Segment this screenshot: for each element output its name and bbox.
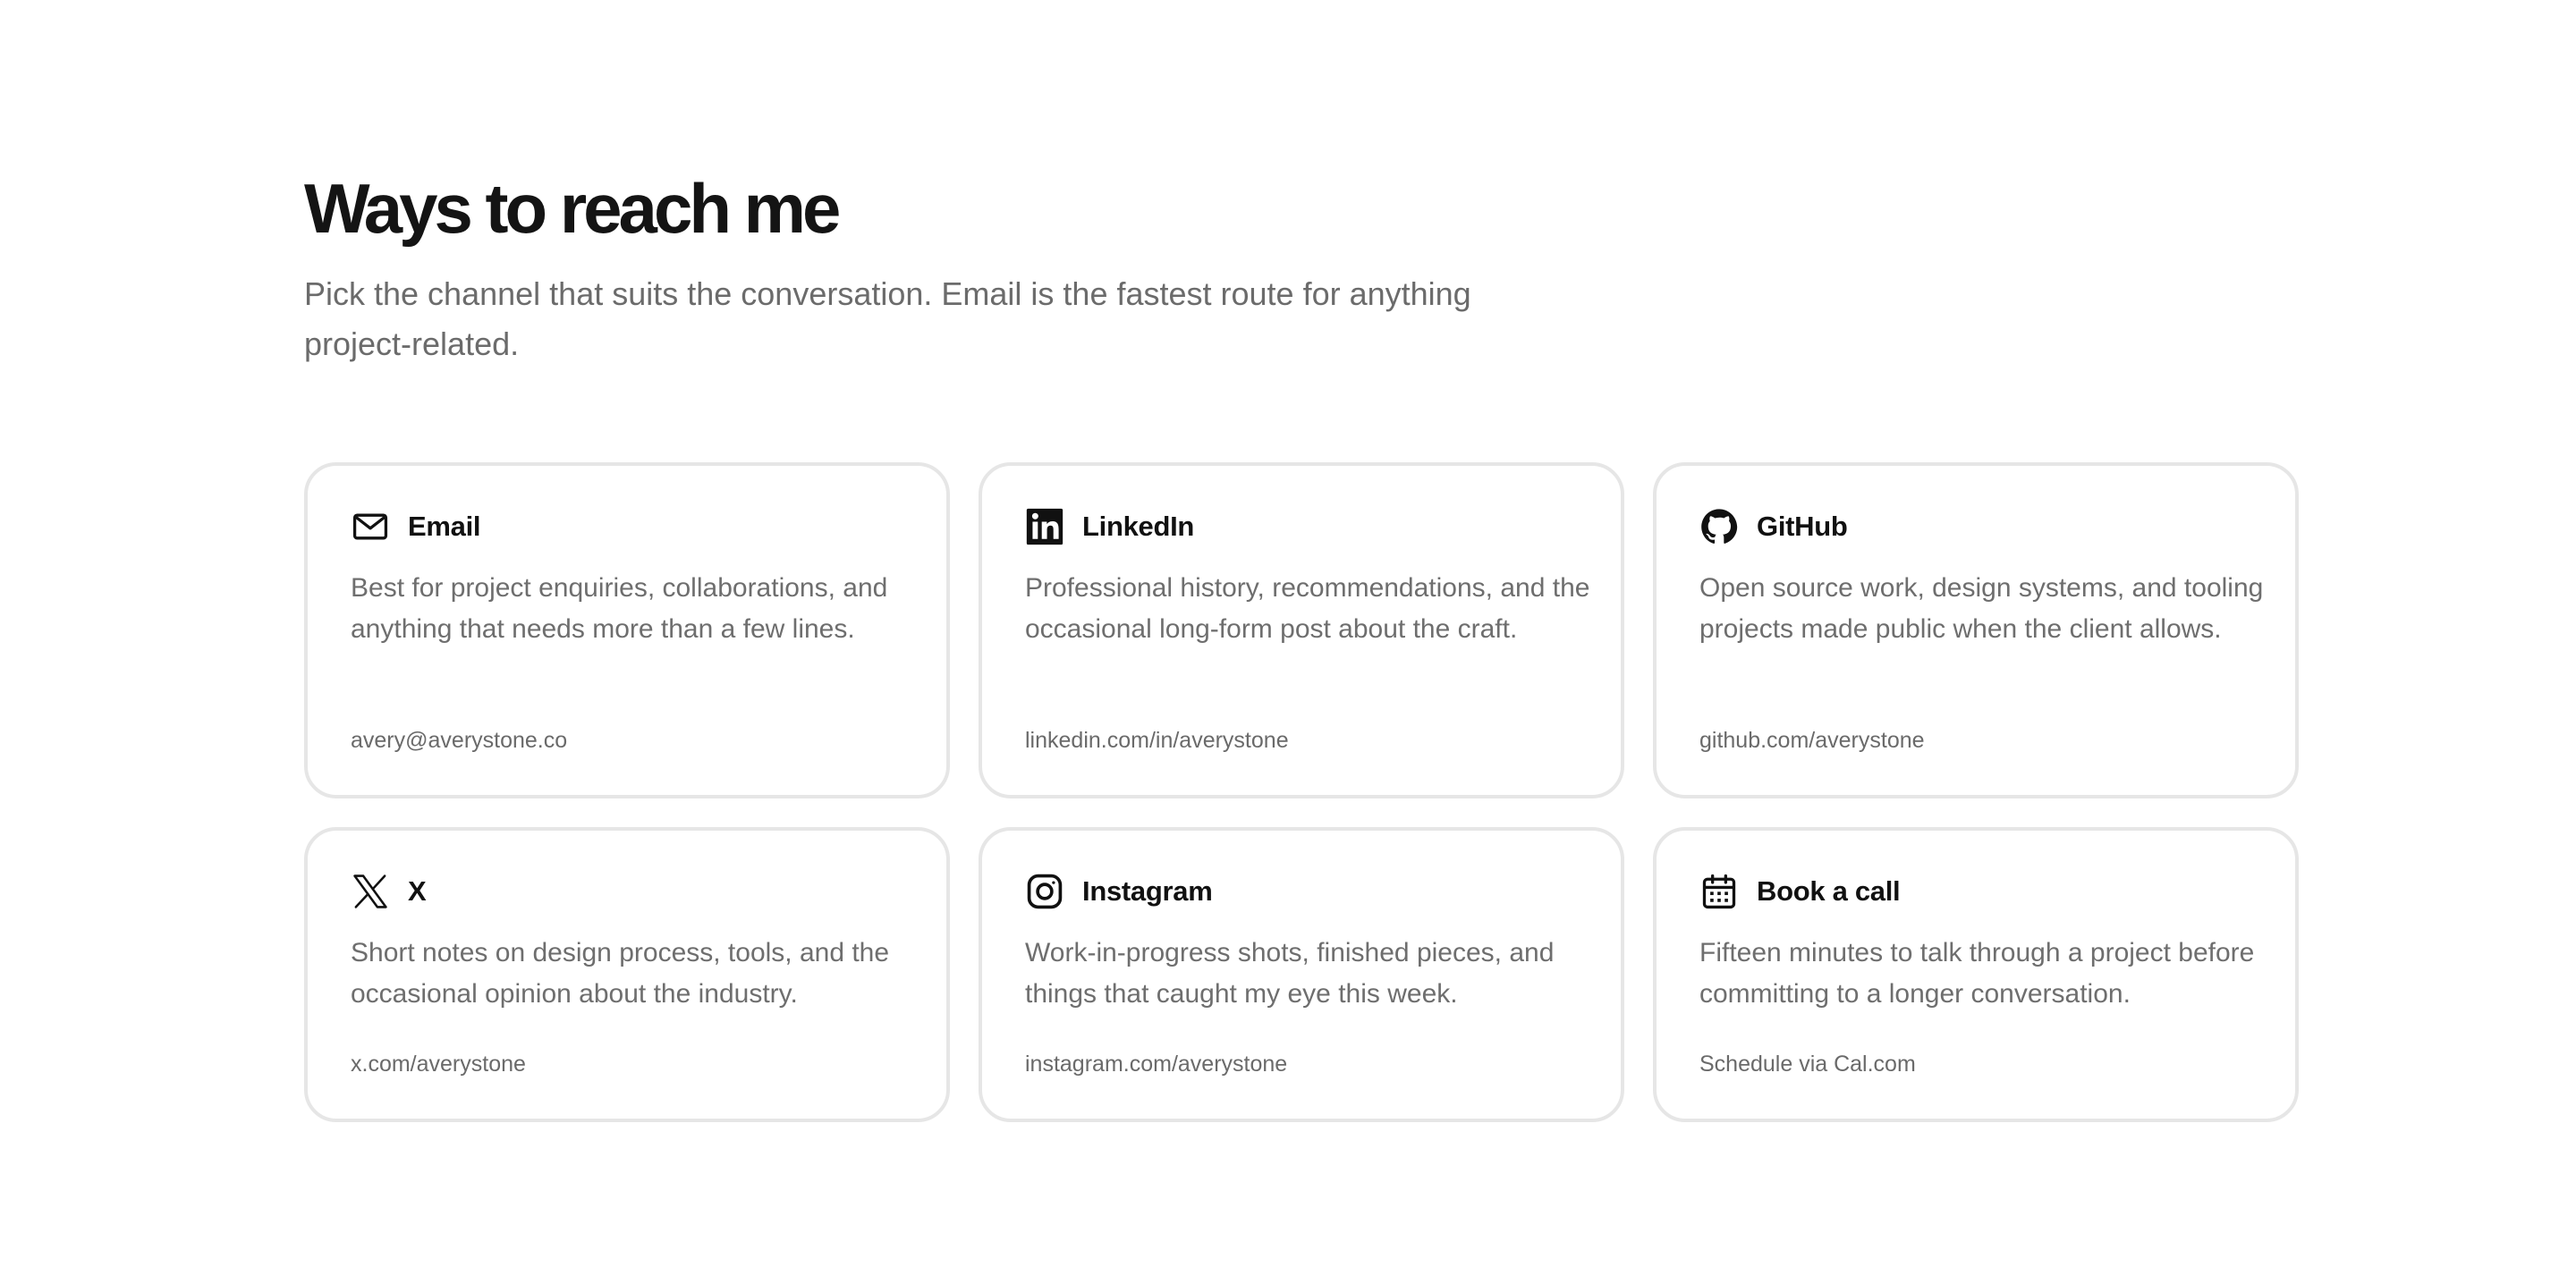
card-title: Email <box>408 511 481 542</box>
card-description: Short notes on design process, tools, an… <box>351 938 890 1009</box>
page-subtitle: Pick the channel that suits the conversa… <box>304 275 1471 362</box>
contact-card-email[interactable]: Email Best for project enquiries, collab… <box>304 462 950 798</box>
card-description: Work-in-progress shots, finished pieces,… <box>1025 938 1555 1009</box>
card-link[interactable]: instagram.com/averystone <box>1025 1052 1287 1077</box>
card-link[interactable]: github.com/averystone <box>1699 728 1925 754</box>
card-header: LinkedIn <box>1025 507 1578 546</box>
card-description: Fifteen minutes to talk through a projec… <box>1699 938 2255 1009</box>
card-header: Email <box>351 507 903 546</box>
card-link[interactable]: avery@averystone.co <box>351 728 567 754</box>
card-link[interactable]: Schedule via Cal.com <box>1699 1052 1916 1077</box>
linkedin-icon <box>1025 507 1064 546</box>
github-icon <box>1699 507 1739 546</box>
card-header: Instagram <box>1025 872 1578 911</box>
card-link[interactable]: x.com/averystone <box>351 1052 526 1077</box>
card-header: Book a call <box>1699 872 2252 911</box>
card-description: Open source work, design systems, and to… <box>1699 573 2264 644</box>
contact-card-github[interactable]: GitHub Open source work, design systems,… <box>1653 462 2299 798</box>
card-description: Professional history, recommendations, a… <box>1025 573 1590 644</box>
card-link[interactable]: linkedin.com/in/averystone <box>1025 728 1289 754</box>
instagram-icon <box>1025 872 1064 911</box>
card-title: GitHub <box>1757 511 1848 542</box>
page-title: Ways to reach me <box>304 169 841 248</box>
contact-card-x[interactable]: X Short notes on design process, tools, … <box>304 827 950 1122</box>
card-description: Best for project enquiries, collaboratio… <box>351 573 888 644</box>
card-title: Book a call <box>1757 875 1901 907</box>
calendar-icon <box>1699 872 1739 911</box>
card-header: GitHub <box>1699 507 2252 546</box>
x-icon <box>351 872 390 911</box>
card-title: LinkedIn <box>1082 511 1195 542</box>
card-title: X <box>408 875 427 907</box>
contact-card-linkedin[interactable]: LinkedIn Professional history, recommend… <box>979 462 1624 798</box>
contact-card-grid: Email Best for project enquiries, collab… <box>304 462 2299 1122</box>
card-header: X <box>351 872 903 911</box>
contact-card-book-call[interactable]: Book a call Fifteen minutes to talk thro… <box>1653 827 2299 1122</box>
contact-card-instagram[interactable]: Instagram Work-in-progress shots, finish… <box>979 827 1624 1122</box>
mail-icon <box>351 507 390 546</box>
contact-section: Ways to reach me Pick the channel that s… <box>304 165 2299 1122</box>
card-title: Instagram <box>1082 875 1213 907</box>
